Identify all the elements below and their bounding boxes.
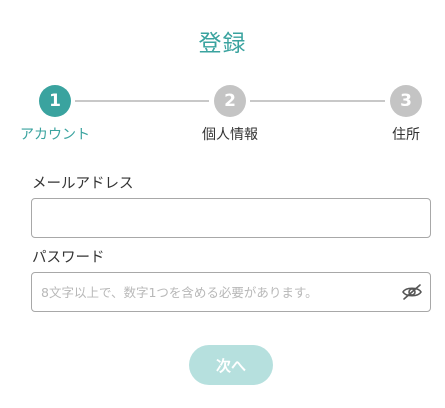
password-label: パスワード — [32, 250, 105, 266]
step-1-circle: 1 — [39, 85, 71, 117]
step-connector — [250, 100, 385, 102]
eye-off-icon[interactable] — [401, 282, 423, 302]
step-3-label: 住所 — [392, 127, 420, 143]
step-2-circle: 2 — [214, 85, 246, 117]
step-1-label: アカウント — [20, 127, 90, 143]
password-field[interactable] — [31, 272, 431, 312]
next-button[interactable]: 次へ — [189, 345, 273, 385]
email-field[interactable] — [31, 198, 431, 238]
stepper: 1 2 3 アカウント 個人情報 住所 — [0, 84, 445, 144]
step-2-label: 個人情報 — [202, 127, 258, 143]
page-title: 登録 — [198, 31, 247, 57]
email-label: メールアドレス — [32, 176, 134, 192]
step-connector — [75, 100, 209, 102]
step-3-circle: 3 — [390, 85, 422, 117]
